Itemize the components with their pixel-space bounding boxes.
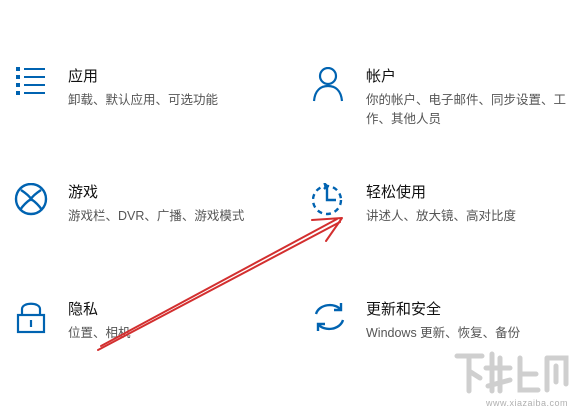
lock-icon — [14, 300, 54, 340]
settings-tile-accounts[interactable]: 帐户 你的帐户、电子邮件、同步设置、工作、其他人员 — [312, 67, 566, 137]
update-title: 更新和安全 — [366, 301, 442, 318]
privacy-title: 隐私 — [68, 301, 99, 318]
settings-tile-privacy[interactable]: 隐私 位置、相机 — [14, 300, 264, 360]
ease-of-access-icon — [312, 183, 352, 223]
gaming-description: 游戏栏、DVR、广播、游戏模式 — [68, 209, 245, 223]
sync-arrows-icon — [312, 300, 352, 340]
person-icon — [312, 67, 352, 107]
update-description: Windows 更新、恢复、备份 — [366, 326, 521, 340]
watermark-site: www.xiazaiba.com — [485, 398, 568, 408]
gaming-title: 游戏 — [68, 184, 99, 201]
accounts-description: 你的帐户、电子邮件、同步设置、工作、其他人员 — [366, 93, 567, 126]
privacy-description: 位置、相机 — [68, 326, 131, 340]
apps-list-icon — [14, 67, 54, 107]
xbox-icon — [14, 183, 54, 223]
settings-tile-update-security[interactable]: 更新和安全 Windows 更新、恢复、备份 — [312, 300, 562, 360]
settings-tile-gaming[interactable]: 游戏 游戏栏、DVR、广播、游戏模式 — [14, 183, 274, 243]
apps-description: 卸载、默认应用、可选功能 — [68, 93, 219, 107]
apps-title: 应用 — [68, 68, 99, 85]
ease-description: 讲述人、放大镜、高对比度 — [366, 209, 517, 223]
settings-tile-apps[interactable]: 应用 卸载、默认应用、可选功能 — [14, 67, 264, 127]
settings-tile-ease-of-access[interactable]: 轻松使用 讲述人、放大镜、高对比度 — [312, 183, 562, 243]
ease-title: 轻松使用 — [366, 184, 427, 201]
accounts-title: 帐户 — [366, 68, 397, 85]
